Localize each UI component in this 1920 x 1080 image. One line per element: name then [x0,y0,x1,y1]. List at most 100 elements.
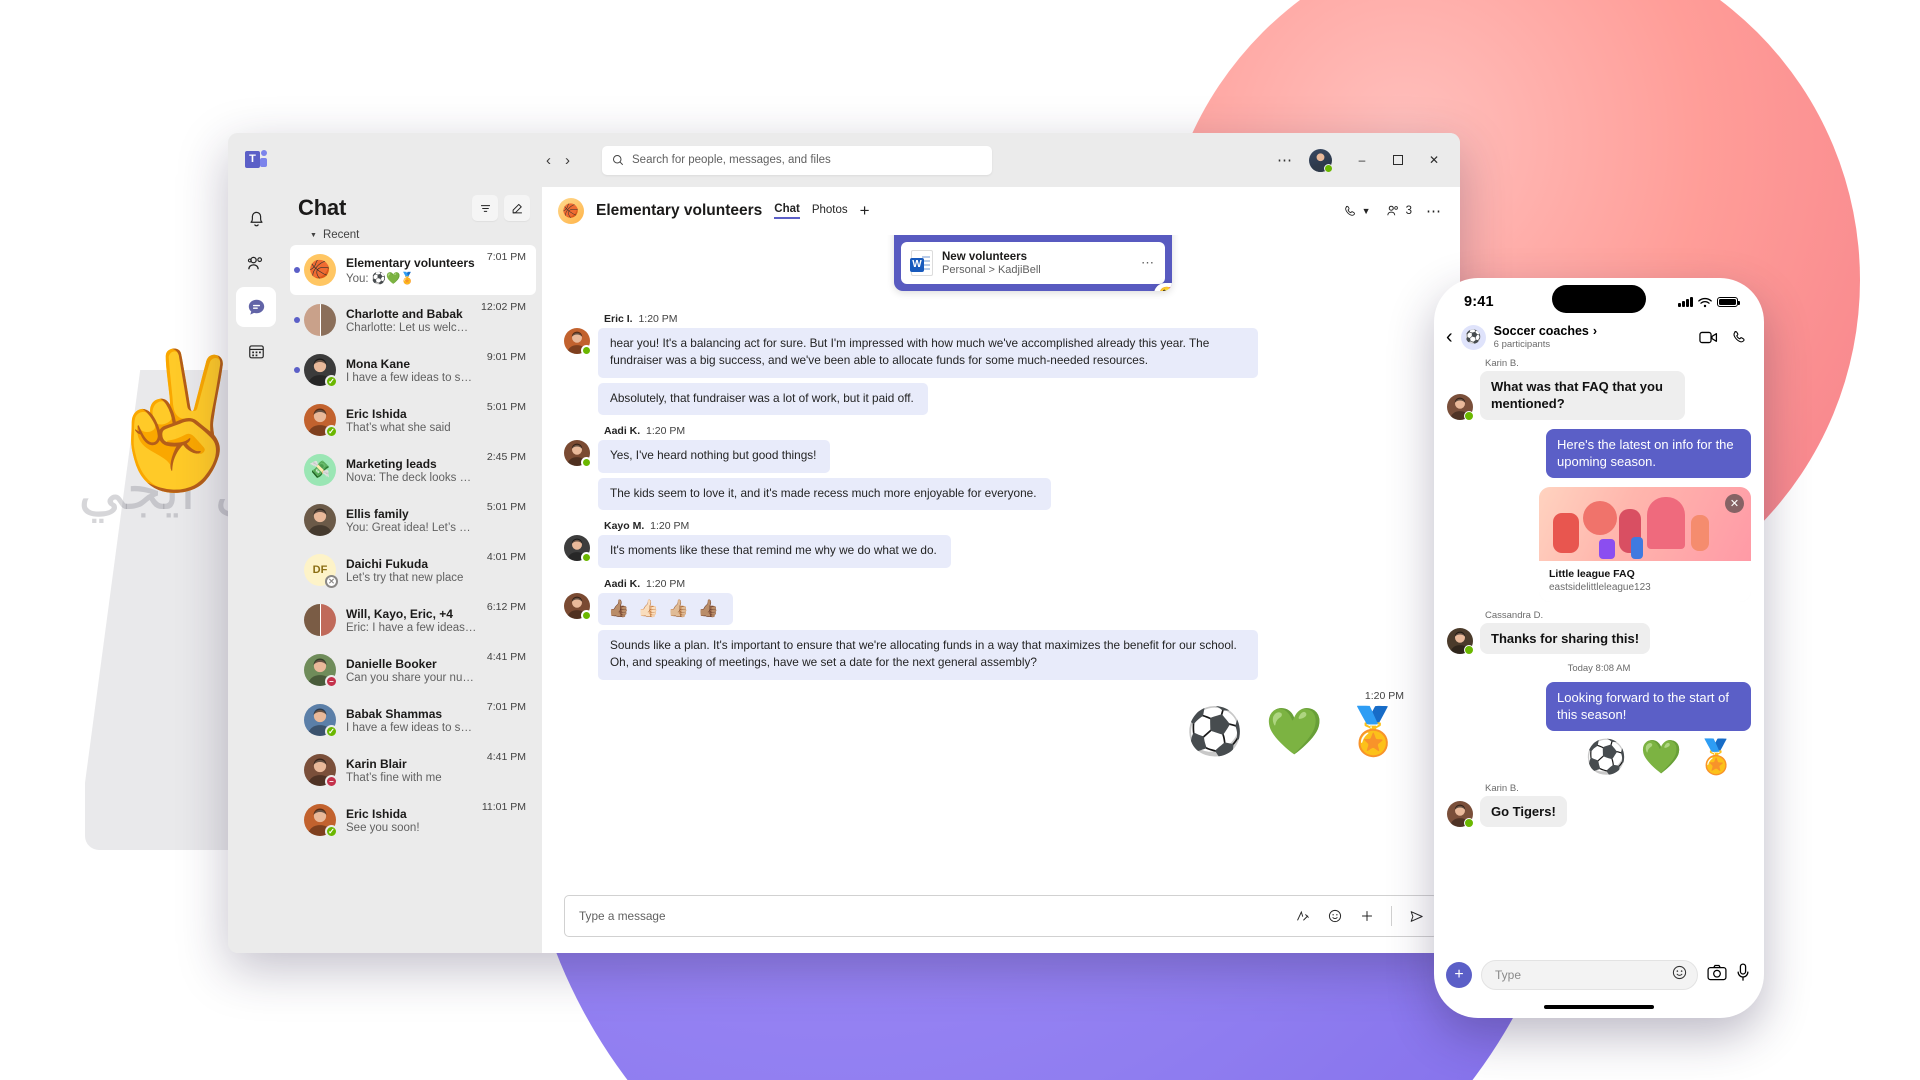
chat-preview: I have a few ideas to share [346,721,477,734]
file-card[interactable]: 🧑👩‍🦰🧓👴👩 W New volunteers Personal > Kadj… [894,235,1172,291]
chat-preview: See you soon! [346,821,420,834]
chat-list-item[interactable]: Will, Kayo, Eric, +4 Eric: I have a few i… [290,595,536,645]
sidebar-item-teams[interactable] [236,243,276,283]
recent-section-header[interactable]: ▼ Recent [284,223,542,245]
filter-button[interactable] [472,195,498,221]
chat-timestamp: 4:01 PM [486,551,526,563]
group-name-row[interactable]: Soccer coaches › [1494,324,1597,338]
call-button[interactable]: ▼ [1343,204,1371,219]
avatar: – [304,754,338,788]
chat-list-item[interactable]: – Danielle Booker Can you share your numbe… [290,645,536,695]
avatar [564,440,592,469]
phone-link-card[interactable]: ✕ Little league FAQ eastsidelittleleague12… [1539,486,1751,602]
conversation-title: Elementary volunteers [596,202,763,219]
chat-name: Eric Ishida [346,806,407,821]
message-composer[interactable]: Type a message [564,895,1438,937]
chat-list[interactable]: 🏀 Elementary volunteers You: ⚽💚🏅 7:01 PM Cha… [284,245,542,953]
close-icon[interactable]: ✕ [1725,493,1744,513]
message-bubble[interactable]: The kids seem to love it, and it's made … [598,477,1051,511]
ellipsis-icon[interactable]: ⋯ [1269,151,1301,169]
day-timestamp: Today 8:08 AM [1567,663,1631,675]
plus-icon[interactable] [1359,908,1375,924]
close-button[interactable]: ✕ [1418,146,1450,174]
message-sender: Aadi K. [604,425,641,438]
message-bubble[interactable]: Looking forward to the start of this sea… [1546,682,1751,731]
conversation-more-button[interactable]: ⋯ [1426,202,1442,220]
tab-photos[interactable]: Photos [812,204,848,218]
participants-button[interactable]: 3 [1385,203,1412,219]
message-bubble[interactable]: Absolutely, that fundraiser was a lot of… [598,382,928,416]
chevron-left-icon[interactable]: ‹ [1446,327,1453,347]
add-tab-button[interactable]: + [860,201,870,221]
phone-status-bar: 9:41 [1434,278,1764,322]
chat-list-item[interactable]: DF ✕ Daichi Fukuda Let’s try that new place… [290,545,536,595]
plus-icon[interactable]: + [1446,962,1472,988]
message-bubble[interactable]: What was that FAQ that you mentioned? [1480,371,1685,420]
message-group: Aadi K. 1:20 PM Yes, I've heard nothing b… [564,425,1438,511]
chat-preview: Nova: The deck looks great! [346,471,477,484]
chat-list-item[interactable]: – Karin Blair That’s fine with me 4:41 PM [290,745,536,795]
caret-down-icon: ▼ [310,231,317,239]
phone-message-thread[interactable]: Karin B. What was that FAQ that you menti… [1434,358,1764,954]
call-icon[interactable] [1731,329,1748,346]
search-input[interactable]: Search for people, messages, and files [602,145,992,175]
presence-indicator [1324,163,1333,173]
message-bubble[interactable]: Thanks for sharing this! [1480,622,1651,655]
teams-desktop-window: T ‹ › Search for people, messages, and f… [228,133,1460,953]
sidebar-item-chat[interactable] [236,287,276,327]
message-bubble[interactable]: It's moments like these that remind me w… [598,535,951,568]
avatar[interactable] [1309,148,1333,173]
presence-indicator [1464,818,1474,829]
message-bubble[interactable]: Here's the latest on info for the upomin… [1546,428,1751,478]
reaction-pill[interactable]: 🥰 1 [1153,283,1172,291]
presence-indicator [581,345,592,356]
message-bubble[interactable]: hear you! It's a balancing act for sure.… [598,328,1258,378]
window-titlebar: T ‹ › Search for people, messages, and f… [228,133,1460,187]
tab-chat[interactable]: Chat [774,203,800,219]
phone-message-input[interactable]: Type [1481,960,1698,990]
chat-list-item[interactable]: Ellis familyYou: Great idea! Let’s go ah… [290,495,536,545]
outgoing-emoji: ⚽ [1186,704,1244,757]
chat-preview: That’s fine with me [346,771,442,784]
outgoing-emoji: 🏅 [1344,704,1402,757]
message-bubble[interactable]: Sounds like a plan. It's important to en… [598,629,1258,680]
chat-list-item[interactable]: ✓ Babak Shammas I have a few ideas to shar… [290,695,536,745]
chat-list-item[interactable]: 🏀 Elementary volunteers You: ⚽💚🏅 7:01 PM [290,245,536,295]
chevron-left-icon[interactable]: ‹ [546,152,551,169]
chat-list-item[interactable]: Charlotte and Babak Charlotte: Let us wel… [290,295,536,345]
file-name: New volunteers [942,250,1027,263]
presence-indicator [581,609,592,621]
chat-list-item[interactable]: 💸 Marketing leads Nova: The deck looks gre… [290,445,536,495]
format-icon[interactable] [1295,908,1311,924]
message-bubble[interactable]: Go Tigers! [1480,795,1567,828]
emoji-icon[interactable] [1327,908,1343,924]
maximize-button[interactable] [1382,146,1414,174]
phone-outgoing-message: Looking forward to the start of this sea… [1447,682,1751,731]
chevron-right-icon[interactable]: › [565,152,570,169]
chat-timestamp: 2:45 PM [486,451,526,463]
phone-outgoing-message: Here's the latest on info for the upomin… [1447,428,1751,478]
sidebar-item-calendar[interactable] [236,331,276,371]
microphone-icon[interactable] [1736,963,1750,987]
message-thread[interactable]: 🧑👩‍🦰🧓👴👩 W New volunteers Personal > Kadj… [542,235,1460,887]
new-chat-button[interactable] [504,195,530,221]
send-icon[interactable] [1408,908,1425,925]
minimize-button[interactable]: – [1346,146,1378,174]
video-call-icon[interactable] [1699,330,1718,345]
chat-list-item[interactable]: ✓ Eric Ishida See you soon! 11:01 PM [290,795,536,845]
word-document-icon: W [910,250,933,276]
chat-list-item[interactable]: ✓ Eric Ishida That’s what she said 5:01 PM [290,395,536,445]
link-preview-image: ✕ [1539,486,1751,561]
chat-list-item[interactable]: ✓ Mona Kane I have a few ideas to share 9:0… [290,345,536,395]
group-avatar: ⚽ [1460,324,1486,350]
sidebar-item-activity[interactable] [236,199,276,239]
emoji-icon[interactable] [1671,964,1688,986]
file-more-button[interactable]: ⋯ [1141,255,1155,271]
message-bubble[interactable]: 👍🏽 👍🏻 👍🏼 👍🏽 [598,592,733,625]
chat-timestamp: 11:01 PM [481,801,526,813]
message-bubble[interactable]: Yes, I've heard nothing but good things! [598,440,831,473]
chat-timestamp: 9:01 PM [486,351,526,363]
camera-icon[interactable] [1707,964,1727,986]
message-time: 1:20 PM [638,313,678,325]
message-sender: Karin B. [1485,782,1519,794]
